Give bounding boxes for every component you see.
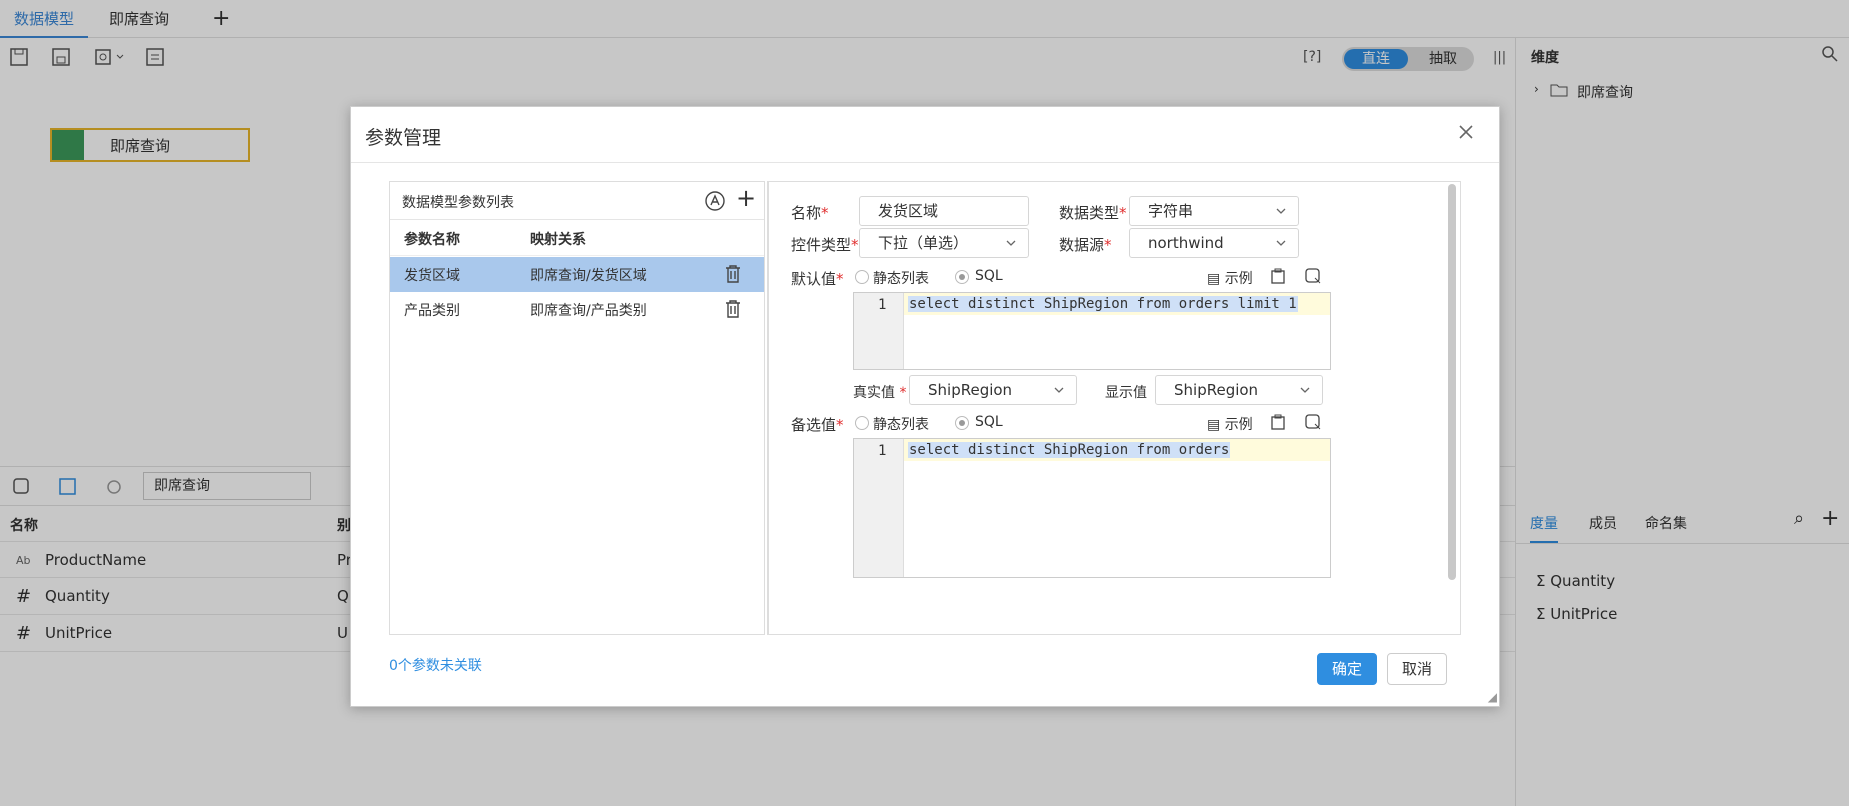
options-sql-text: select distinct ShipRegion from orders <box>908 442 1231 458</box>
parameter-list-header: 数据模型参数列表 + <box>390 182 764 220</box>
preview-search-icon[interactable] <box>1304 413 1322 431</box>
name-input[interactable]: 发货区域 <box>859 196 1029 226</box>
data-type-select[interactable]: 字符串 <box>1129 196 1299 226</box>
parameter-mapping: 即席查询/发货区域 <box>530 268 647 284</box>
sort-icon[interactable] <box>704 190 726 212</box>
col-param-name: 参数名称 <box>404 232 460 248</box>
parameter-name: 发货区域 <box>404 268 460 284</box>
example-button[interactable]: ▤ 示例 <box>1207 414 1253 434</box>
preview-search-icon[interactable] <box>1304 267 1322 285</box>
example-icon: ▤ <box>1207 417 1225 433</box>
sql-label: SQL <box>975 268 1003 284</box>
clipboard-icon[interactable] <box>1269 413 1287 431</box>
cancel-button[interactable]: 取消 <box>1387 653 1447 685</box>
options-label: 备选值* <box>791 416 844 434</box>
example-icon: ▤ <box>1207 271 1225 287</box>
col-mapping: 映射关系 <box>530 232 586 248</box>
name-label: 名称* <box>791 204 829 222</box>
display-value-label: 显示值 <box>1105 385 1147 401</box>
add-parameter-icon[interactable]: + <box>736 184 756 212</box>
chevron-down-icon <box>1276 240 1286 246</box>
unlinked-params-link[interactable]: 0个参数未关联 <box>389 655 482 675</box>
parameter-row-selected[interactable]: 发货区域 即席查询/发货区域 <box>390 257 764 292</box>
control-type-select[interactable]: 下拉（单选） <box>859 228 1029 258</box>
trash-icon[interactable] <box>724 264 742 284</box>
parameter-dialog: 参数管理 数据模型参数列表 + 参数名称 映射关系 发货区域 即席查询/发货区域… <box>350 106 1500 707</box>
real-value-label: 真实值 * <box>853 385 907 401</box>
static-list-radio[interactable] <box>855 416 869 430</box>
sql-label: SQL <box>975 414 1003 430</box>
chevron-down-icon <box>1006 240 1016 246</box>
default-sql-text: select distinct ShipRegion from orders l… <box>908 296 1298 312</box>
parameter-mapping: 即席查询/产品类别 <box>530 303 647 319</box>
default-sql-editor[interactable]: 1 select distinct ShipRegion from orders… <box>853 292 1331 370</box>
line-gutter: 1 <box>854 293 904 369</box>
display-value-select[interactable]: ShipRegion <box>1155 375 1323 405</box>
scrollbar[interactable] <box>1448 184 1456 580</box>
parameter-list-panel: 数据模型参数列表 + 参数名称 映射关系 发货区域 即席查询/发货区域 产品类别… <box>389 181 765 635</box>
close-icon[interactable] <box>1455 121 1477 143</box>
parameter-table-header: 参数名称 映射关系 <box>390 220 764 256</box>
static-list-radio[interactable] <box>855 270 869 284</box>
datasource-select[interactable]: northwind <box>1129 228 1299 258</box>
trash-icon[interactable] <box>724 299 742 319</box>
sql-radio[interactable] <box>955 416 969 430</box>
static-list-label: 静态列表 <box>873 417 929 433</box>
parameter-name: 产品类别 <box>404 303 460 319</box>
example-button[interactable]: ▤ 示例 <box>1207 268 1253 288</box>
datasource-label: 数据源* <box>1059 236 1112 254</box>
line-gutter: 1 <box>854 439 904 577</box>
data-type-label: 数据类型* <box>1059 204 1127 222</box>
default-value-label: 默认值* <box>791 270 844 288</box>
real-value-select[interactable]: ShipRegion <box>909 375 1077 405</box>
options-sql-editor[interactable]: 1 select distinct ShipRegion from orders <box>853 438 1331 578</box>
parameter-row[interactable]: 产品类别 即席查询/产品类别 <box>390 292 764 327</box>
sql-radio[interactable] <box>955 270 969 284</box>
resize-handle-icon[interactable]: ◢ <box>1488 690 1497 704</box>
divider <box>351 162 1499 163</box>
chevron-down-icon <box>1054 387 1064 393</box>
chevron-down-icon <box>1276 208 1286 214</box>
ok-button[interactable]: 确定 <box>1317 653 1377 685</box>
clipboard-icon[interactable] <box>1269 267 1287 285</box>
chevron-down-icon <box>1300 387 1310 393</box>
static-list-label: 静态列表 <box>873 271 929 287</box>
parameter-list-title: 数据模型参数列表 <box>402 195 514 211</box>
parameter-detail-panel: 名称* 发货区域 数据类型* 字符串 控件类型* 下拉（单选） 数据源* nor… <box>767 181 1461 635</box>
dialog-title: 参数管理 <box>365 127 442 149</box>
control-type-label: 控件类型* <box>791 236 859 254</box>
